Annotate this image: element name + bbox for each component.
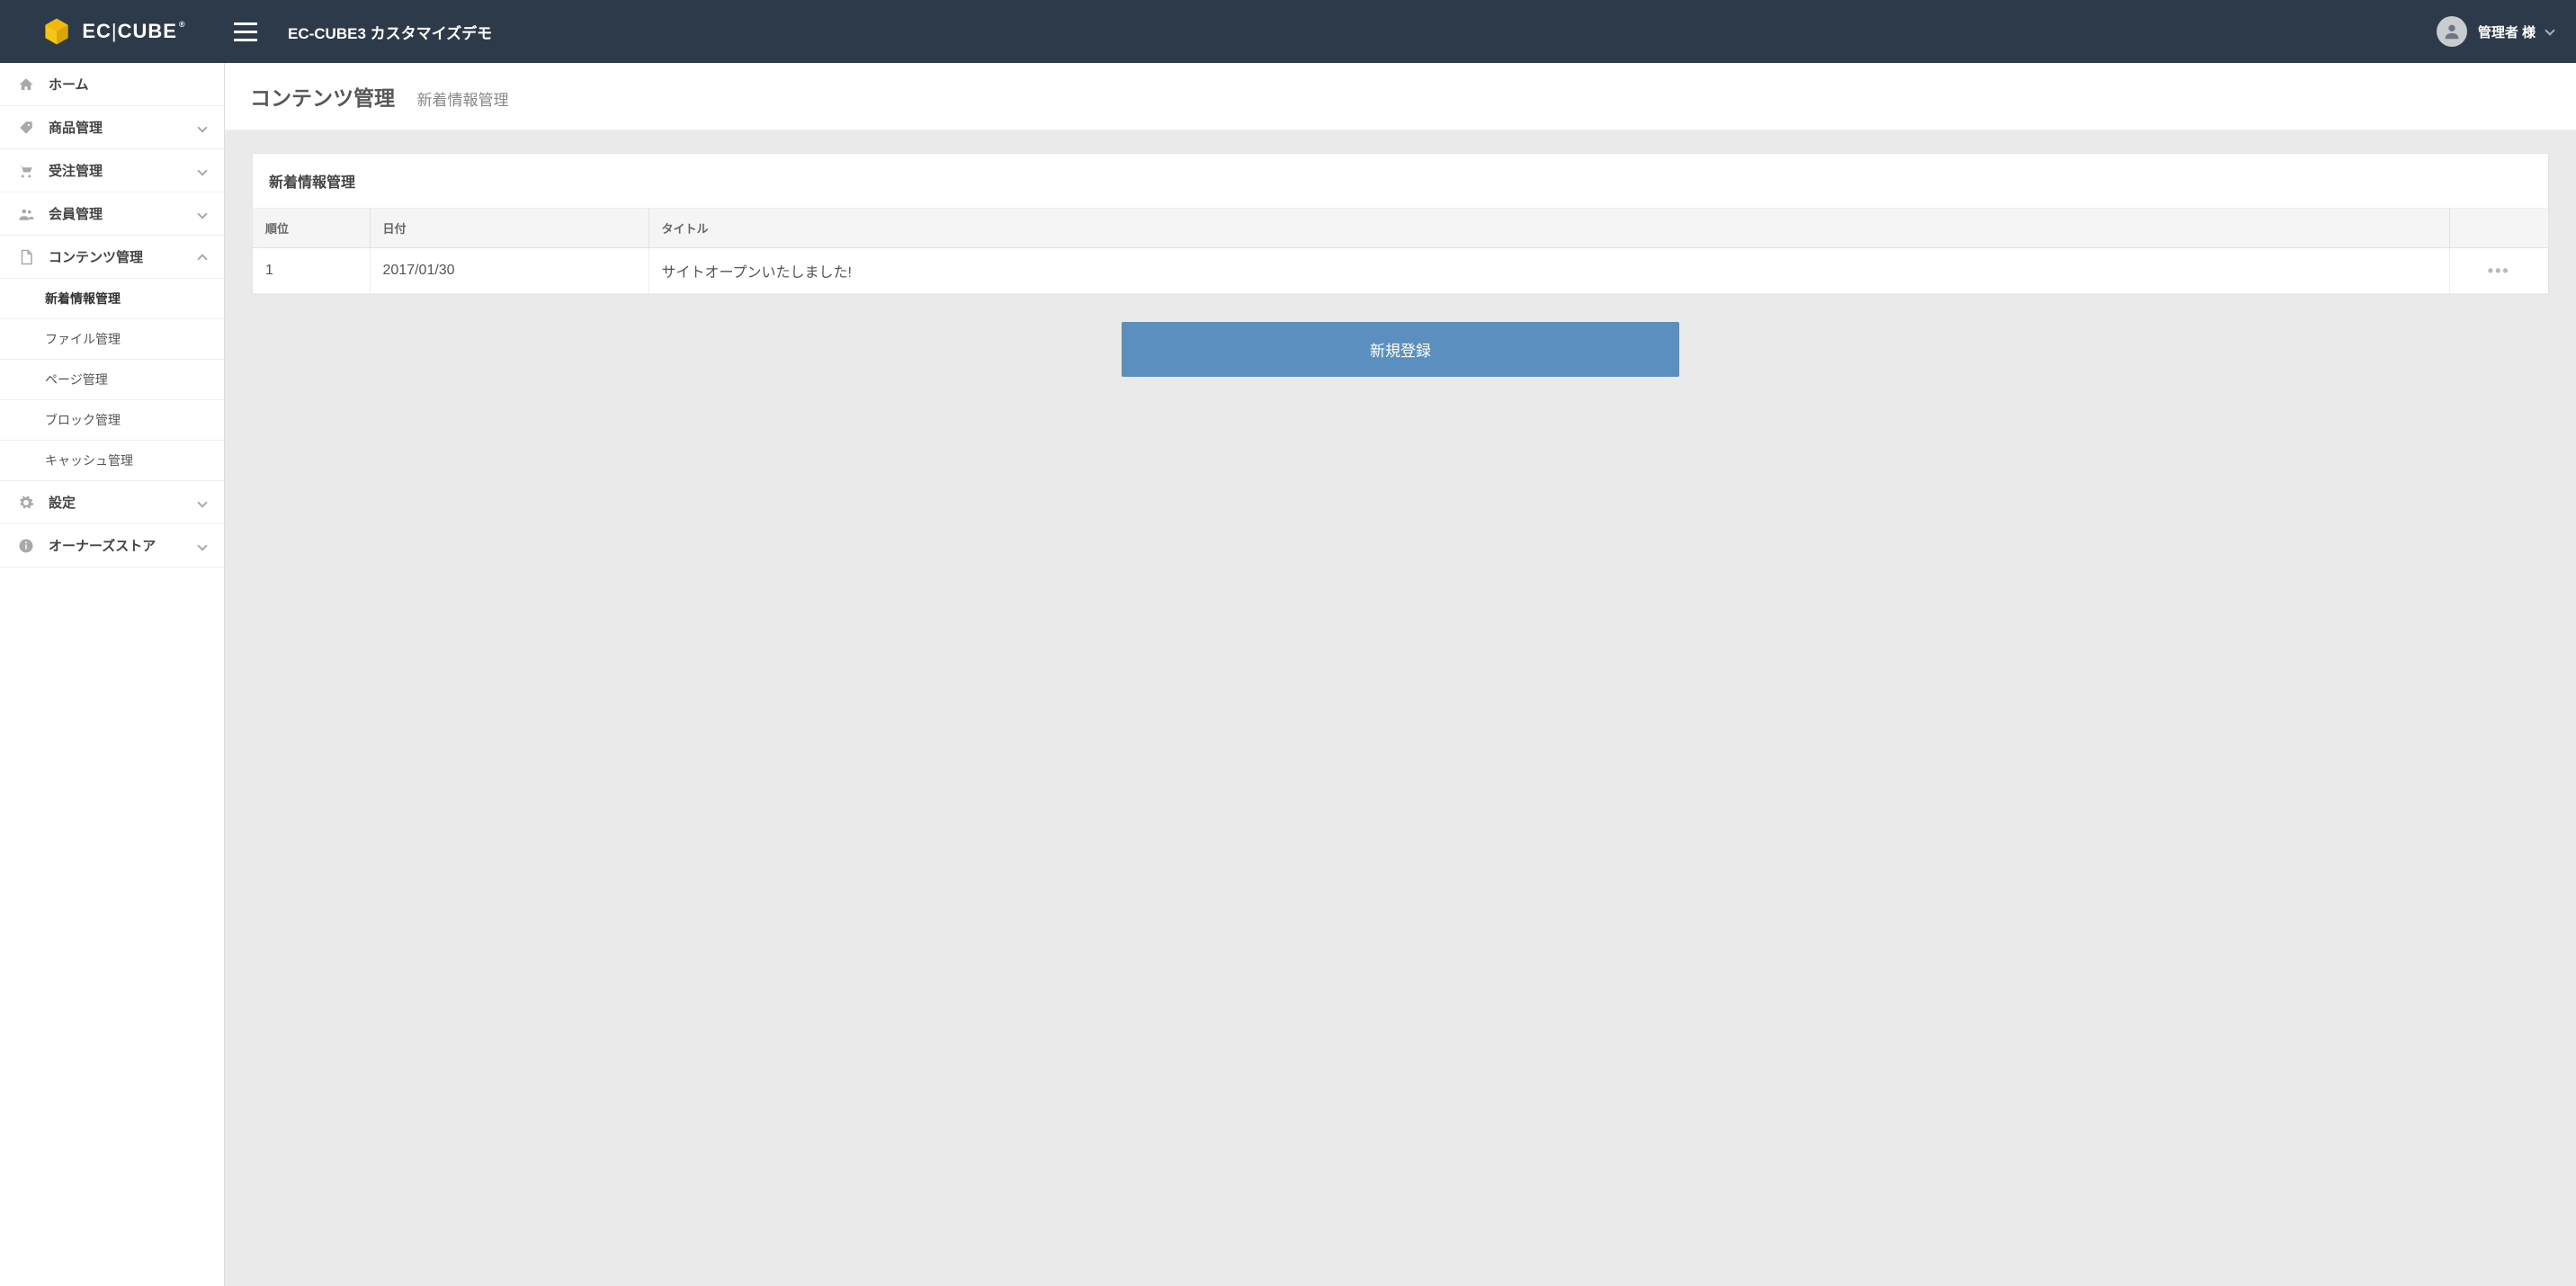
subnav-item-blocks[interactable]: ブロック管理 <box>0 400 224 441</box>
subnav-label: 新着情報管理 <box>45 291 121 306</box>
th-date: 日付 <box>370 209 648 248</box>
cell-actions: ••• <box>2449 248 2548 294</box>
th-rank: 順位 <box>253 209 370 248</box>
info-icon <box>18 538 40 554</box>
subnav-label: キャッシュ管理 <box>45 453 133 468</box>
sidebar-item-label: 商品管理 <box>49 118 199 137</box>
more-icon[interactable]: ••• <box>2463 262 2536 281</box>
sidebar-item-content[interactable]: コンテンツ管理 <box>0 236 224 279</box>
table-row[interactable]: 1 2017/01/30 サイトオープンいたしました! ••• <box>253 248 2548 294</box>
cell-date: 2017/01/30 <box>370 248 648 294</box>
cell-rank: 1 <box>253 248 370 294</box>
chevron-down-icon <box>197 165 207 175</box>
logo-area[interactable]: EC|CUBE® <box>0 0 225 63</box>
user-menu[interactable]: 管理者 様 <box>2437 16 2554 47</box>
chevron-down-icon <box>197 497 207 507</box>
news-panel: 新着情報管理 順位 日付 タイトル 1 2017/01/30 <box>252 153 2549 295</box>
logo-icon <box>39 13 75 49</box>
app-title: EC-CUBE3 カスタマイズデモ <box>288 21 492 43</box>
sidebar-item-label: コンテンツ管理 <box>49 247 199 266</box>
subnav-label: ファイル管理 <box>45 332 121 346</box>
cart-icon <box>18 163 40 179</box>
users-icon <box>18 206 40 222</box>
sidebar-item-label: 受注管理 <box>49 161 199 180</box>
sidebar: ホーム 商品管理 受注管理 会員管理 コンテン <box>0 63 225 1286</box>
chevron-up-icon <box>197 254 207 263</box>
chevron-down-icon <box>197 540 207 550</box>
sidebar-item-label: オーナーズストア <box>49 536 199 555</box>
sidebar-item-settings[interactable]: 設定 <box>0 481 224 524</box>
new-button[interactable]: 新規登録 <box>1122 322 1679 377</box>
app-header: EC|CUBE® EC-CUBE3 カスタマイズデモ 管理者 様 <box>0 0 2576 63</box>
main-content: コンテンツ管理 新着情報管理 新着情報管理 順位 日付 タイトル <box>225 63 2576 1286</box>
gear-icon <box>18 495 40 511</box>
chevron-down-icon <box>197 209 207 219</box>
sidebar-item-home[interactable]: ホーム <box>0 63 224 106</box>
page-subtitle: 新着情報管理 <box>416 87 508 110</box>
sidebar-item-label: 設定 <box>49 493 199 512</box>
menu-toggle-button[interactable] <box>234 22 270 41</box>
subnav-label: ページ管理 <box>45 372 108 387</box>
panel-title: 新着情報管理 <box>253 154 2548 209</box>
logo-text: EC|CUBE® <box>82 20 185 43</box>
cell-title: サイトオープンいたしました! <box>648 248 2449 294</box>
sidebar-item-label: ホーム <box>49 75 206 94</box>
table-header-row: 順位 日付 タイトル <box>253 209 2548 248</box>
page-title: コンテンツ管理 <box>250 81 395 112</box>
sidebar-item-orders[interactable]: 受注管理 <box>0 149 224 192</box>
chevron-down-icon <box>2545 25 2554 35</box>
subnav-item-news[interactable]: 新着情報管理 <box>0 279 224 319</box>
sidebar-item-products[interactable]: 商品管理 <box>0 106 224 149</box>
avatar <box>2437 16 2467 47</box>
subnav-label: ブロック管理 <box>45 413 121 427</box>
sidebar-item-members[interactable]: 会員管理 <box>0 192 224 236</box>
subnav-item-cache[interactable]: キャッシュ管理 <box>0 441 224 481</box>
th-title: タイトル <box>648 209 2449 248</box>
sidebar-subnav-content: 新着情報管理 ファイル管理 ページ管理 ブロック管理 キャッシュ管理 <box>0 279 224 481</box>
chevron-down-icon <box>197 122 207 132</box>
sidebar-item-label: 会員管理 <box>49 204 199 223</box>
news-table: 順位 日付 タイトル 1 2017/01/30 サイトオープンいたしました! <box>253 209 2548 294</box>
document-icon <box>18 249 40 265</box>
sidebar-item-store[interactable]: オーナーズストア <box>0 524 224 567</box>
breadcrumb: コンテンツ管理 新着情報管理 <box>225 63 2576 130</box>
subnav-item-pages[interactable]: ページ管理 <box>0 360 224 400</box>
tag-icon <box>18 120 40 136</box>
subnav-item-files[interactable]: ファイル管理 <box>0 319 224 360</box>
home-icon <box>18 76 40 93</box>
user-name: 管理者 様 <box>2478 22 2536 41</box>
th-actions <box>2449 209 2548 248</box>
